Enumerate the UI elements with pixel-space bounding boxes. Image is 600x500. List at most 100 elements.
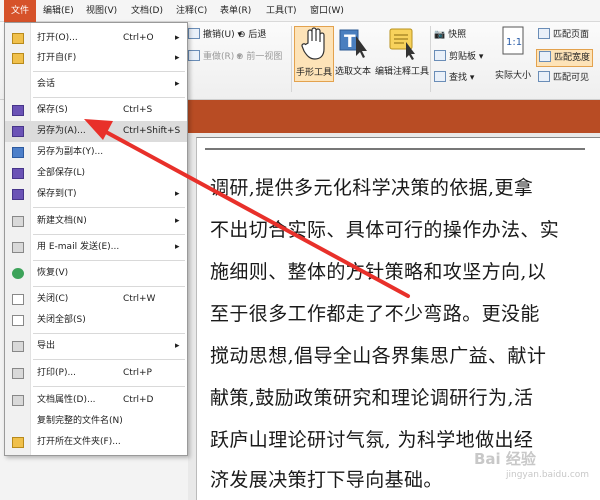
menu-file[interactable]: 文件 [4, 0, 36, 22]
menu-item-copy-full-filename[interactable]: 复制完整的文件名(N) [5, 411, 187, 432]
menu-window[interactable]: 窗口(W) [310, 0, 344, 22]
menu-item-print[interactable]: 打印(P)... Ctrl+P [5, 363, 187, 384]
fit-visible-button[interactable]: 匹配可见 [538, 70, 589, 86]
edit-annotation-tool-button[interactable]: 编辑注释工具 [374, 26, 430, 82]
menu-item-export[interactable]: 导出 ▸ [5, 336, 187, 357]
menu-item-save-all[interactable]: 全部保存(L) [5, 163, 187, 184]
ribbon-separator [430, 26, 431, 92]
save-as-icon [12, 126, 24, 137]
menu-separator [33, 234, 185, 235]
close-all-icon [12, 315, 24, 326]
forward-view-button[interactable]: ⊕ 前一视图 [236, 49, 282, 65]
menu-separator [33, 286, 185, 287]
menu-tools[interactable]: 工具(T) [266, 0, 297, 22]
select-text-icon: T [339, 29, 367, 58]
clipboard-icon [434, 50, 446, 61]
folder-icon [12, 437, 24, 448]
menu-document[interactable]: 文档(D) [131, 0, 163, 22]
fit-width-button[interactable]: 匹配宽度 [536, 49, 594, 67]
menu-comment[interactable]: 注释(C) [176, 0, 207, 22]
printer-icon [12, 368, 24, 379]
menu-separator [33, 359, 185, 360]
menu-separator [33, 260, 185, 261]
menu-item-session[interactable]: 会话 ▸ [5, 74, 187, 95]
watermark: Bai 经验 [474, 450, 536, 468]
open-from-icon [12, 53, 24, 64]
document-text-line: 献策,鼓励政策研究和理论调研行为,活 [210, 387, 534, 409]
submenu-arrow-icon: ▸ [175, 341, 180, 351]
menu-view[interactable]: 视图(V) [86, 0, 117, 22]
menu-item-send-email[interactable]: 用 E-mail 发送(E)... ▸ [5, 237, 187, 258]
page-top-rule [205, 148, 585, 150]
menu-item-save[interactable]: 保存(S) Ctrl+S [5, 100, 187, 121]
new-document-icon [12, 216, 24, 227]
close-document-icon [12, 294, 24, 305]
back-button[interactable]: ⊖ 后退 [238, 27, 266, 43]
menu-item-save-as[interactable]: 另存为(A)... Ctrl+Shift+S [5, 121, 187, 142]
menu-item-revert[interactable]: 恢复(V) [5, 263, 187, 284]
menu-separator [33, 386, 185, 387]
select-text-button[interactable]: T 选取文本 [334, 26, 372, 82]
fit-page-icon [538, 28, 550, 39]
redo-button[interactable]: 重做(R) ▾ [188, 49, 242, 65]
ribbon-separator [291, 26, 292, 92]
document-text-line: 不出切合实际、具体可行的操作办法、实 [210, 219, 560, 241]
hand-icon [301, 27, 325, 60]
submenu-arrow-icon: ▸ [175, 189, 180, 199]
document-text-line: 调研,提供多元化科学决策的依据,更拿 [210, 177, 534, 199]
forward-arrow-icon: ⊕ [236, 52, 247, 62]
menu-separator [33, 333, 185, 334]
save-icon [12, 105, 24, 116]
revert-icon [12, 268, 24, 279]
menu-item-close[interactable]: 关闭(C) Ctrl+W [5, 289, 187, 310]
svg-text:T: T [344, 32, 356, 52]
menu-separator [33, 97, 185, 98]
document-text-line: 至于很多工作都走了不少弯路。更没能 [210, 303, 540, 325]
undo-button[interactable]: 撤销(U) ▾ [188, 27, 242, 43]
submenu-arrow-icon: ▸ [175, 242, 180, 252]
menu-item-close-all[interactable]: 关闭全部(S) [5, 310, 187, 331]
menu-item-save-as-copy[interactable]: 另存为副本(Y)... [5, 142, 187, 163]
menu-edit[interactable]: 编辑(E) [43, 0, 74, 22]
file-menu-dropdown: 打开(O)... Ctrl+O ▸ 打开自(F) ▸ 会话 ▸ 保存(S) Ctrl+S … [4, 22, 188, 456]
actual-size-button[interactable]: 1:1 实际大小 [490, 26, 536, 82]
menu-bar: 文件 编辑(E) 视图(V) 文档(D) 注释(C) 表单(R) 工具(T) 窗… [0, 0, 600, 22]
open-folder-icon [12, 33, 24, 44]
properties-icon [12, 395, 24, 406]
fit-visible-icon [538, 71, 550, 82]
document-text-line: 施细则、整体的方针策略和攻坚方向,以 [210, 261, 547, 283]
svg-text:1:1: 1:1 [506, 37, 522, 48]
watermark-url: jingyan.baidu.com [506, 470, 590, 480]
snapshot-button[interactable]: 📷 快照 [434, 27, 466, 43]
undo-icon [188, 28, 200, 39]
camera-icon: 📷 [434, 30, 449, 40]
menu-item-open[interactable]: 打开(O)... Ctrl+O ▸ [5, 28, 187, 49]
annotation-icon [389, 28, 415, 60]
menu-item-open-from[interactable]: 打开自(F) ▸ [5, 48, 187, 69]
fit-page-button[interactable]: 匹配页面 [538, 27, 589, 43]
export-icon [12, 341, 24, 352]
menu-separator [33, 71, 185, 72]
fit-width-icon [539, 51, 551, 62]
clipboard-button[interactable]: 剪贴板 ▾ [434, 49, 483, 65]
back-arrow-icon: ⊖ [238, 30, 249, 40]
menu-separator [33, 207, 185, 208]
submenu-arrow-icon: ▸ [175, 79, 180, 89]
save-all-icon [12, 168, 24, 179]
hand-tool-button[interactable]: 手形工具 [294, 26, 334, 82]
menu-item-open-containing-folder[interactable]: 打开所在文件夹(F)... [5, 432, 187, 453]
save-copy-icon [12, 147, 24, 158]
document-tab-strip [188, 100, 600, 133]
redo-icon [188, 50, 200, 61]
menu-item-document-properties[interactable]: 文档属性(D)... Ctrl+D [5, 390, 187, 411]
document-text-line: 搅动思想,倡导全山各界集思广益、献计 [210, 345, 547, 367]
submenu-arrow-icon: ▸ [175, 33, 180, 43]
menu-item-save-to[interactable]: 保存到(T) ▸ [5, 184, 187, 205]
menu-item-new-document[interactable]: 新建文档(N) ▸ [5, 211, 187, 232]
menu-form[interactable]: 表单(R) [220, 0, 251, 22]
actual-size-icon: 1:1 [502, 26, 524, 55]
find-button[interactable]: 查找 ▾ [434, 70, 474, 86]
save-to-icon [12, 189, 24, 200]
submenu-arrow-icon: ▸ [175, 216, 180, 226]
binoculars-icon [434, 71, 446, 82]
